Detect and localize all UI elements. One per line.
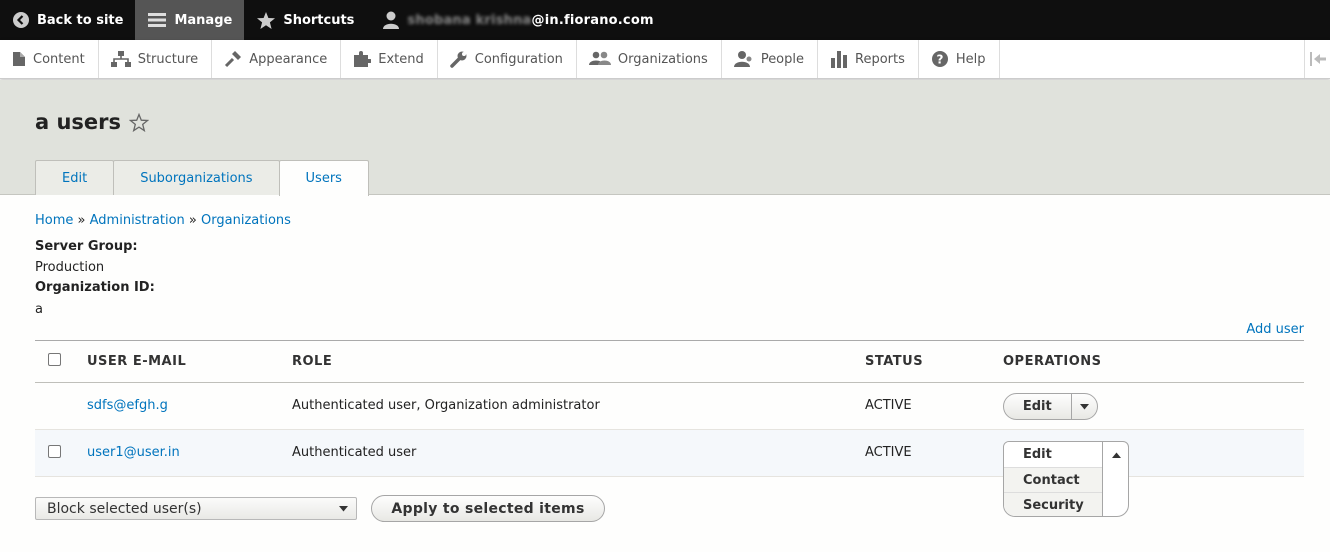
tab-users[interactable]: Users (278, 160, 369, 196)
user-status: ACTIVE (865, 398, 912, 413)
column-header-role: ROLE (292, 354, 333, 369)
tray-item-label: Configuration (474, 51, 563, 67)
manage-label: Manage (174, 12, 233, 28)
tray-item-label: Content (33, 51, 85, 67)
tray-item-content[interactable]: Content (0, 40, 99, 78)
shortcuts-label: Shortcuts (283, 12, 355, 28)
column-header-status[interactable]: STATUS (865, 354, 923, 369)
page-title: a users (35, 110, 150, 134)
back-to-site-label: Back to site (37, 12, 124, 28)
tray-item-help[interactable]: ? Help (919, 40, 1000, 78)
breadcrumb-separator: » (188, 213, 197, 228)
breadcrumb: Home » Administration » Organizations (35, 213, 291, 228)
add-user-link[interactable]: Add user (1246, 322, 1304, 337)
sitemap-icon (110, 51, 131, 67)
operations-toggle[interactable] (1103, 442, 1128, 468)
page-header: a users Edit Suborganizations Users (0, 80, 1330, 196)
manage-tray: Content Structure Appearance Extend Conf… (0, 40, 1330, 79)
user-name-masked: shobana krishna (407, 12, 532, 28)
tray-item-label: Structure (137, 51, 199, 67)
operations-dropbutton-open: Edit Contact Security (1003, 441, 1129, 517)
user-email-link[interactable]: user1@user.in (87, 445, 180, 460)
security-button[interactable]: Security (1004, 492, 1103, 516)
tray-item-configuration[interactable]: Configuration (438, 40, 577, 78)
collapse-left-icon (1309, 52, 1326, 66)
chevron-down-icon (339, 506, 348, 512)
contact-button[interactable]: Contact (1004, 467, 1103, 492)
user-role: Authenticated user, Organization adminis… (292, 398, 600, 413)
tab-suborganizations[interactable]: Suborganizations (113, 160, 280, 195)
shortcuts-tab[interactable]: Shortcuts (244, 0, 366, 40)
user-icon (383, 11, 400, 29)
breadcrumb-administration[interactable]: Administration (90, 213, 185, 228)
breadcrumb-separator: » (77, 213, 86, 228)
operations-toggle[interactable] (1070, 394, 1097, 419)
tray-item-label: Extend (378, 51, 424, 67)
caret-down-icon (1079, 403, 1089, 409)
breadcrumb-home[interactable]: Home (35, 213, 73, 228)
tray-item-people[interactable]: People (722, 40, 819, 78)
back-arrow-icon (13, 12, 29, 28)
people-icon (733, 51, 752, 67)
puzzle-icon (354, 51, 372, 67)
server-group-label: Server Group: (35, 239, 138, 254)
paintbrush-icon (225, 51, 242, 68)
tray-item-extend[interactable]: Extend (341, 40, 438, 78)
select-all-checkbox[interactable] (48, 353, 61, 366)
tray-item-label: Help (955, 51, 986, 67)
admin-toolbar: Back to site Manage Shortcuts shobana kr… (0, 0, 1330, 40)
tray-item-organizations[interactable]: Organizations (577, 40, 722, 78)
help-icon: ? (931, 51, 948, 67)
svg-text:?: ? (936, 53, 943, 67)
shortcut-star-icon[interactable] (129, 112, 150, 132)
breadcrumb-organizations[interactable]: Organizations (201, 213, 291, 228)
tray-item-structure[interactable]: Structure (99, 40, 213, 78)
user-email-link[interactable]: sdfs@efgh.g (87, 398, 168, 413)
group-icon (588, 51, 611, 65)
tab-edit[interactable]: Edit (35, 160, 115, 195)
column-header-operations: OPERATIONS (1003, 354, 1102, 369)
edit-button[interactable]: Edit (1004, 442, 1103, 467)
tray-orientation-toggle[interactable] (1304, 40, 1330, 78)
user-account-tab[interactable]: shobana krishna@in.fiorano.com (370, 0, 665, 40)
bar-chart-icon (831, 51, 848, 68)
user-email: shobana krishna@in.fiorano.com (407, 13, 653, 28)
star-icon (257, 11, 276, 29)
primary-tabs: Edit Suborganizations Users (35, 160, 369, 196)
bulk-action-select[interactable]: Block selected user(s) (35, 497, 357, 520)
column-header-email[interactable]: USER E-MAIL (87, 354, 186, 369)
page-title-text: a users (35, 110, 122, 134)
tray-item-label: Reports (855, 51, 905, 67)
row-select-checkbox[interactable] (48, 445, 61, 458)
wrench-icon (450, 51, 467, 68)
apply-to-selected-button[interactable]: Apply to selected items (371, 495, 605, 522)
back-to-site-link[interactable]: Back to site (0, 0, 135, 40)
tray-item-label: People (760, 51, 805, 67)
organization-id-label: Organization ID: (35, 280, 155, 295)
organization-id-value: a (35, 302, 43, 317)
tray-item-label: Organizations (617, 51, 708, 67)
tray-item-appearance[interactable]: Appearance (212, 40, 342, 78)
tray-item-label: Appearance (249, 51, 328, 67)
edit-button[interactable]: Edit (1004, 399, 1071, 414)
user-status: ACTIVE (865, 445, 912, 460)
user-role: Authenticated user (292, 445, 417, 460)
caret-up-icon (1111, 452, 1121, 458)
hamburger-icon (148, 13, 167, 27)
tray-item-reports[interactable]: Reports (818, 40, 919, 78)
user-domain: @in.fiorano.com (531, 12, 654, 28)
file-icon (13, 52, 25, 66)
manage-tab[interactable]: Manage (135, 0, 245, 40)
operations-dropbutton: Edit (1003, 393, 1098, 420)
table-row: sdfs@efgh.g Authenticated user, Organiza… (35, 383, 1304, 430)
bulk-action-value: Block selected user(s) (47, 500, 202, 517)
server-group-value: Production (35, 260, 105, 275)
table-header: USER E-MAIL ROLE STATUS OPERATIONS (35, 340, 1304, 383)
